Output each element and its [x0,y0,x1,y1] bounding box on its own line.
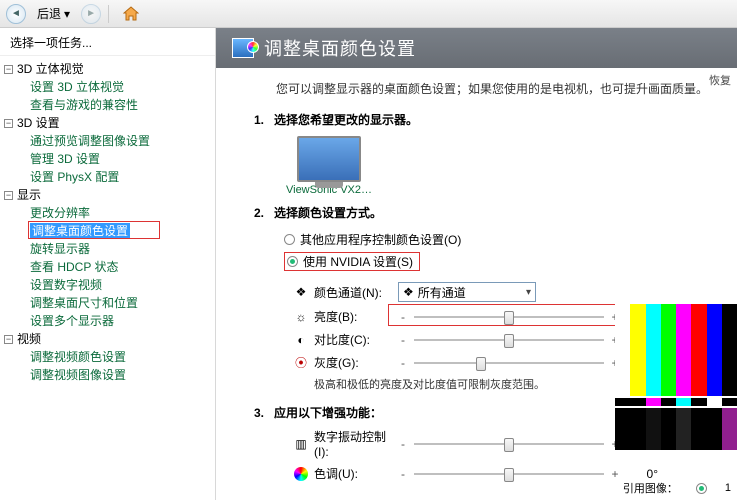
tree-item[interactable]: 管理 3D 设置 [30,151,100,167]
channel-label: 颜色通道(N): [314,284,392,301]
page-title: 调整桌面颜色设置 [264,35,416,61]
radio-nvidia[interactable]: 使用 NVIDIA 设置(S) [284,250,737,273]
gray-label: 灰度(G): [314,354,392,371]
vibrance-label: 数字振动控制(I): [314,428,392,459]
palette-small-icon: ❖ [403,285,414,299]
section-3-num: 3. [254,406,268,420]
tree-item[interactable]: 查看 HDCP 状态 [30,259,118,275]
tree-toggle[interactable]: − [4,119,13,128]
slider-min: - [398,356,408,370]
hue-icon [294,467,308,481]
chevron-down-icon: ▾ [64,7,70,21]
tree-item[interactable]: 调整视频图像设置 [30,367,126,383]
section-2-num: 2. [254,206,268,220]
tree-item[interactable]: 更改分辨率 [30,205,90,221]
monitor-icon [297,136,361,182]
title-band: 调整桌面颜色设置 [216,28,737,68]
tree-toggle[interactable]: − [4,191,13,200]
sun-icon: ☼ [294,310,308,324]
slider-min: - [398,310,408,324]
sidebar-header: 选择一项任务... [0,28,215,56]
slider-min: - [398,467,408,481]
section-2-title: 选择颜色设置方式。 [274,204,382,221]
monitor-color-icon [232,38,254,58]
brightness-slider[interactable] [414,310,604,324]
restore-link[interactable]: 恢复 [709,72,731,88]
vibrance-icon: ▥ [294,437,308,451]
tree-item[interactable]: 设置 PhysX 配置 [30,169,119,185]
hue-slider[interactable] [414,467,604,481]
back-button[interactable]: 后退 ▾ [30,2,77,25]
tree-item[interactable]: 设置 3D 立体视觉 [30,79,124,95]
tree-item[interactable]: 设置多个显示器 [30,313,114,329]
page-description: 您可以调整显示器的桌面颜色设置；如果您使用的是电视机，也可提升画面质量。 [216,68,737,105]
section-2-header: 2. 选择颜色设置方式。 [216,198,737,225]
tree-category[interactable]: 3D 立体视觉 [17,61,84,77]
radio-other-apps[interactable]: 其他应用程序控制颜色设置(O) [284,229,737,250]
reference-image-label: 引用图像： [623,480,678,496]
slider-min: - [398,333,408,347]
brightness-label: 亮度(B): [314,308,392,325]
contrast-slider[interactable] [414,333,604,347]
section-3-title: 应用以下增强功能： [274,404,382,421]
radio-icon [284,234,295,245]
tree-item[interactable]: 旋转显示器 [30,241,90,257]
task-tree: −3D 立体视觉设置 3D 立体视觉查看与游戏的兼容性−3D 设置通过预览调整图… [0,56,215,384]
tree-toggle[interactable]: − [4,335,13,344]
radio-other-label: 其他应用程序控制颜色设置(O) [300,231,461,248]
section-1-title: 选择您希望更改的显示器。 [274,111,418,128]
radio-nvidia-label: 使用 NVIDIA 设置(S) [303,253,413,270]
reference-colorbars [615,304,737,450]
vibrance-slider[interactable] [414,437,604,451]
tree-item[interactable]: 调整视频颜色设置 [30,349,126,365]
section-1-header: 1. 选择您希望更改的显示器。 [216,105,737,132]
contrast-icon: ◐ [294,333,308,347]
tree-category[interactable]: 显示 [17,187,41,203]
channel-row: ❖ 颜色通道(N): ❖ 所有通道 [216,279,737,305]
section-1-num: 1. [254,113,268,127]
tree-toggle[interactable]: − [4,65,13,74]
home-button[interactable] [116,3,146,25]
reference-image-row: 引用图像： 1 [623,480,731,496]
palette-icon: ❖ [294,285,308,299]
hue-label: 色调(U): [314,465,392,482]
ref-radio-1-label: 1 [725,482,731,494]
monitor-tile[interactable]: ViewSonic VX2… [284,136,374,196]
tree-item[interactable]: 调整桌面颜色设置 [30,223,130,239]
back-circle-button[interactable]: ◄ [6,4,26,24]
content-pane: 调整桌面颜色设置 恢复 您可以调整显示器的桌面颜色设置；如果您使用的是电视机，也… [216,28,737,500]
radio-icon [287,256,298,267]
separator [108,5,109,23]
home-icon [123,6,139,22]
back-label: 后退 [37,5,61,22]
gray-slider[interactable] [414,356,604,370]
toolbar: ◄ 后退 ▾ ► [0,0,737,28]
contrast-label: 对比度(C): [314,331,392,348]
tree-item[interactable]: 调整桌面尺寸和位置 [30,295,138,311]
tree-category[interactable]: 3D 设置 [17,115,60,131]
gamma-icon: ⦿ [294,356,308,370]
tree-item[interactable]: 通过预览调整图像设置 [30,133,150,149]
tree-category[interactable]: 视频 [17,331,41,347]
channel-value: 所有通道 [418,284,466,301]
hue-value: 0° [626,467,658,481]
slider-max: + [610,467,620,481]
tree-item[interactable]: 设置数字视频 [30,277,102,293]
tree-item[interactable]: 查看与游戏的兼容性 [30,97,138,113]
task-sidebar: 选择一项任务... −3D 立体视觉设置 3D 立体视觉查看与游戏的兼容性−3D… [0,28,216,500]
ref-radio-1[interactable] [696,483,707,494]
forward-circle-button[interactable]: ► [81,4,101,24]
slider-min: - [398,437,408,451]
color-mode-radio-group: 其他应用程序控制颜色设置(O) 使用 NVIDIA 设置(S) [216,229,737,273]
channel-select[interactable]: ❖ 所有通道 [398,282,536,302]
